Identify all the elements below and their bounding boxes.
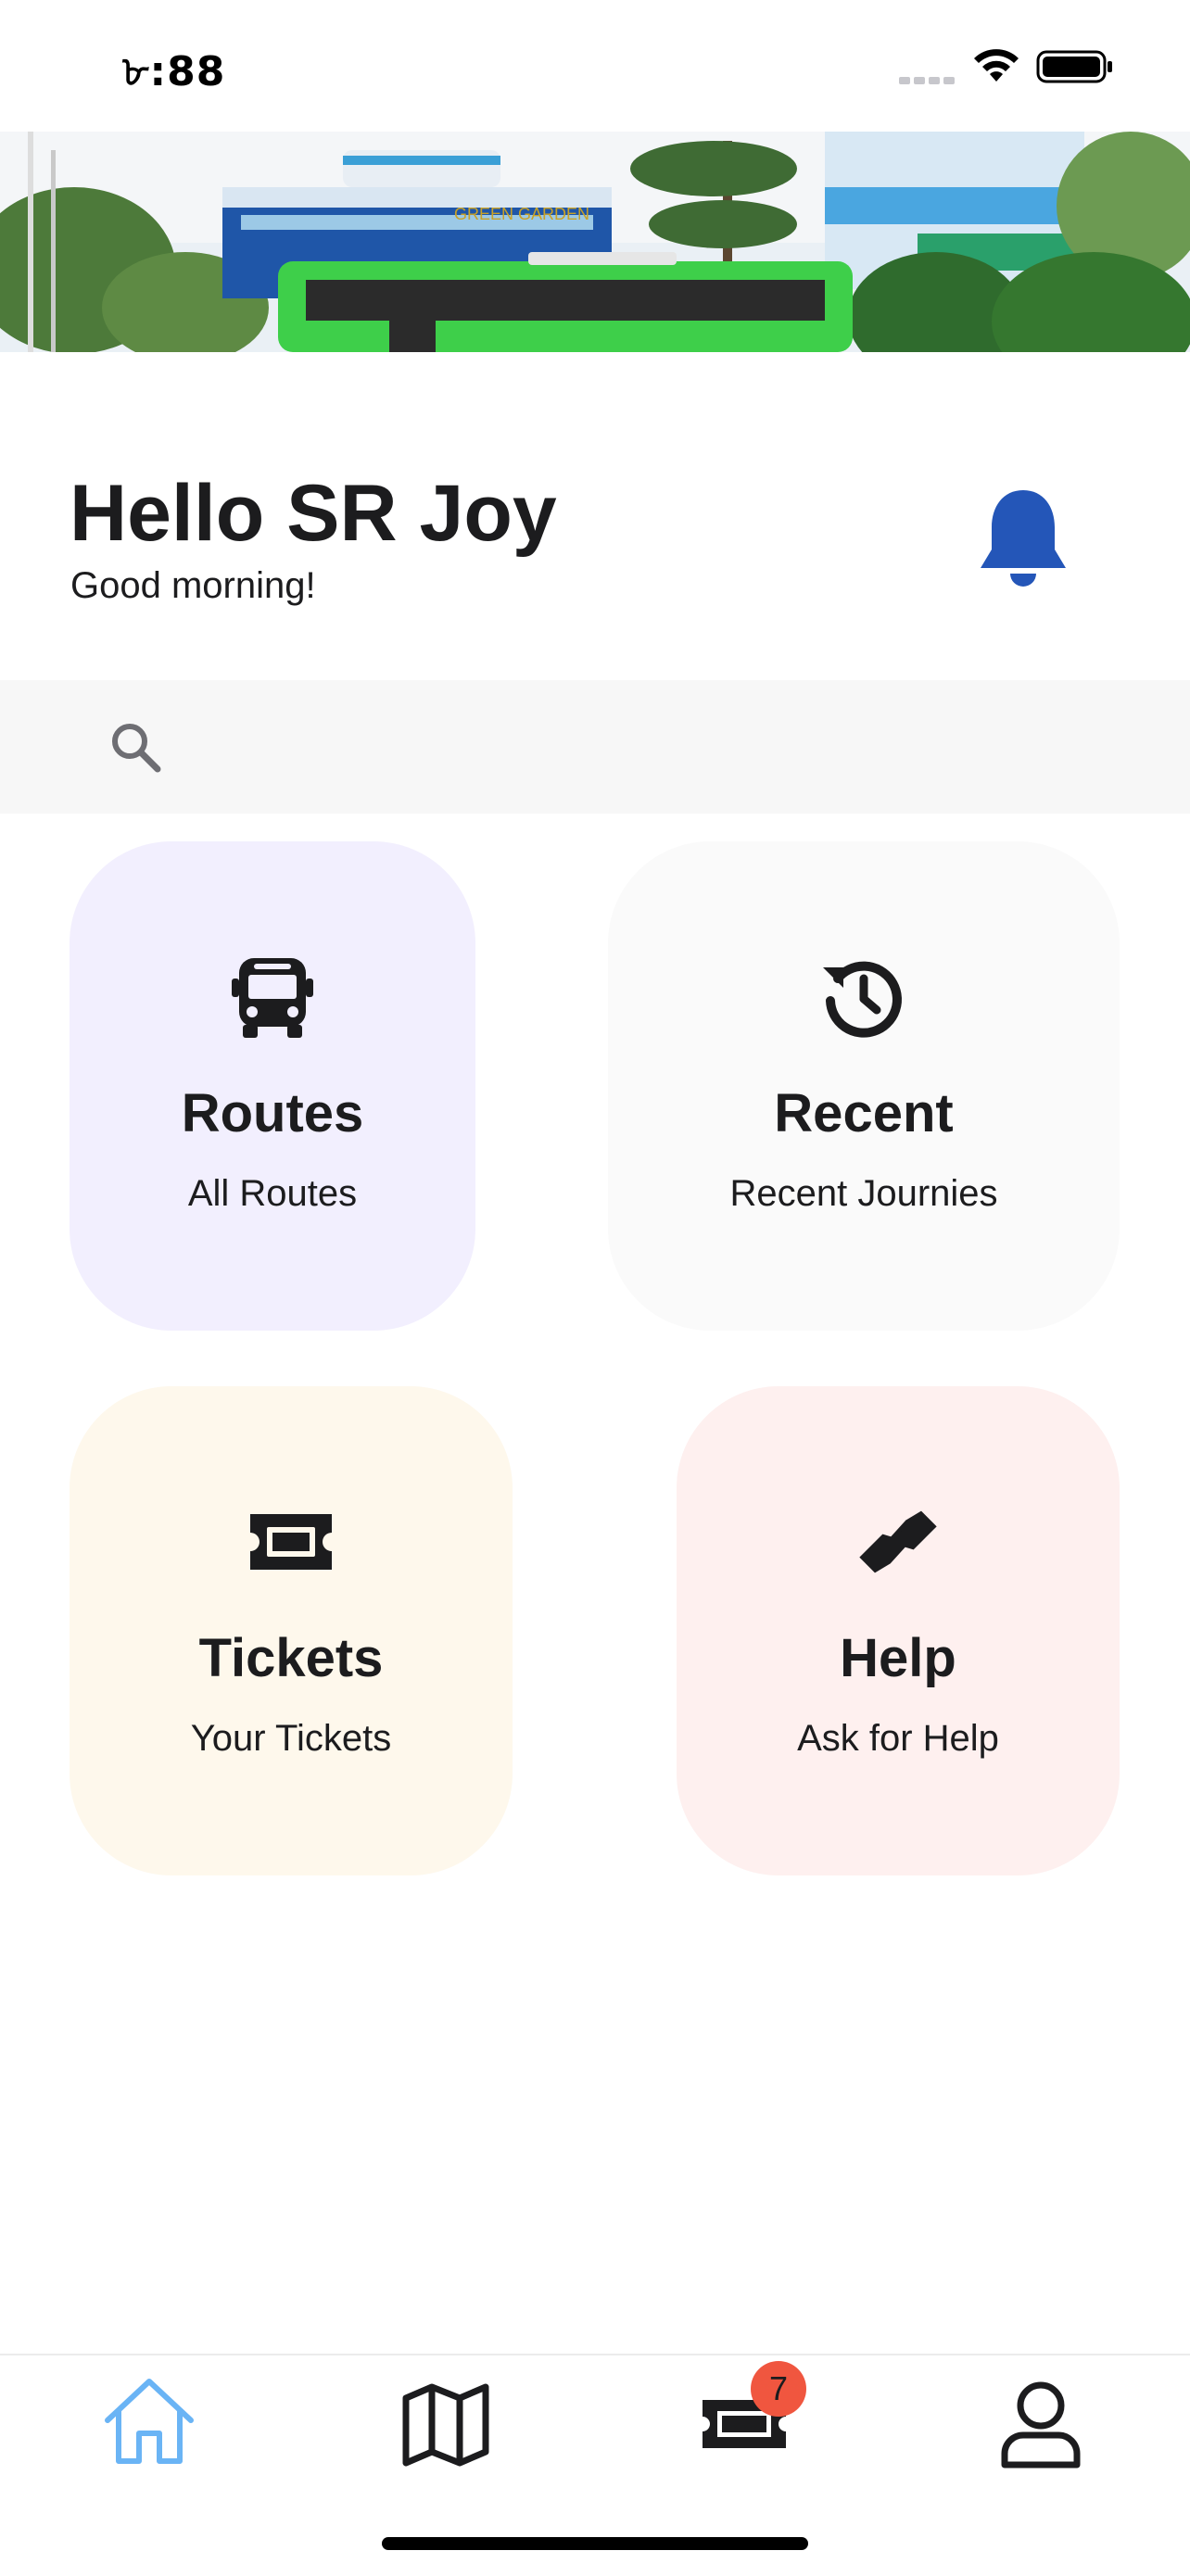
status-time: ৮:88 (122, 48, 226, 95)
bus-terminal-photo: GREEN GARDEN (0, 132, 1190, 352)
home-indicator[interactable] (382, 2537, 808, 2550)
profile-icon[interactable] (990, 2372, 1092, 2474)
search-input[interactable] (185, 704, 1116, 789)
card-title: Recent (774, 1083, 954, 1143)
routes-card[interactable]: Routes All Routes (70, 841, 475, 1331)
help-card[interactable]: Help Ask for Help (677, 1386, 1120, 1875)
card-subtitle: All Routes (187, 1173, 358, 1214)
battery-icon (1036, 50, 1112, 83)
ticket-count-badge: 7 (751, 2361, 806, 2417)
ticket-icon (250, 1514, 332, 1570)
recent-card[interactable]: Recent Recent Journies (608, 841, 1120, 1331)
handshake-icon (859, 1510, 937, 1573)
card-title: Help (840, 1628, 956, 1688)
status-bar: ৮:88 (0, 0, 1190, 132)
card-subtitle: Recent Journies (729, 1173, 998, 1214)
greeting-subtitle: Good morning! (70, 565, 316, 606)
card-title: Routes (181, 1083, 364, 1143)
cellular-signal-icon (899, 77, 955, 84)
history-icon (823, 961, 902, 1038)
card-title: Tickets (198, 1628, 384, 1688)
map-icon[interactable] (395, 2372, 497, 2474)
card-subtitle: Your Tickets (190, 1718, 392, 1759)
home-icon[interactable] (98, 2372, 200, 2474)
building-sign: GREEN GARDEN (454, 205, 589, 223)
bus-icon (232, 958, 313, 1038)
bell-icon[interactable] (975, 486, 1071, 590)
wifi-icon (974, 49, 1019, 82)
greeting-title: Hello SR Joy (70, 469, 557, 558)
banner-image: GREEN GARDEN (0, 132, 1190, 352)
search-icon (112, 724, 161, 773)
tickets-card[interactable]: Tickets Your Tickets (70, 1386, 513, 1875)
card-subtitle: Ask for Help (797, 1718, 999, 1759)
